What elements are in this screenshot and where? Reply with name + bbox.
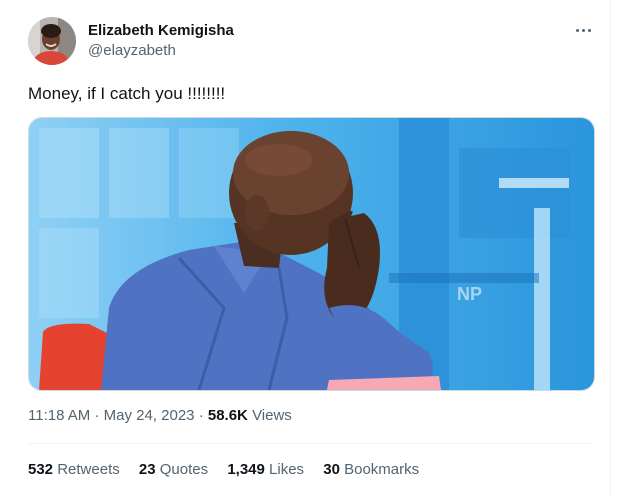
bookmarks-label: Bookmarks [344, 461, 420, 478]
views-label: Views [252, 407, 292, 424]
photo-image: NP [29, 118, 594, 390]
retweets-label: Retweets [57, 461, 120, 478]
divider [28, 443, 593, 444]
views-count: 58.6K [207, 407, 248, 424]
retweets-stat[interactable]: 532 Retweets [28, 461, 120, 478]
bookmarks-stat[interactable]: 30 Bookmarks [323, 461, 419, 478]
likes-label: Likes [269, 461, 305, 478]
tweet-card: Elizabeth Kemigisha @elayzabeth Money, i… [0, 0, 611, 495]
meta-separator: · [198, 407, 204, 424]
tweet-meta: 11:18 AM · May 24, 2023 · 58.6K Views [28, 407, 292, 424]
likes-count: 1,349 [227, 461, 265, 478]
tweet-text: Money, if I catch you !!!!!!!! [28, 84, 226, 103]
avatar-image [28, 17, 76, 65]
quotes-count: 23 [138, 461, 156, 478]
tweet-photo[interactable]: NP [28, 117, 595, 391]
quotes-stat[interactable]: 23 Quotes [139, 461, 208, 478]
author-name[interactable]: Elizabeth Kemigisha [88, 22, 234, 39]
photo-watermark: NP [457, 284, 482, 304]
retweets-count: 532 [28, 461, 54, 478]
bookmarks-count: 30 [323, 461, 340, 478]
quotes-label: Quotes [159, 461, 209, 478]
author-handle[interactable]: @elayzabeth [88, 42, 176, 59]
likes-stat[interactable]: 1,349 Likes [227, 461, 304, 478]
avatar[interactable] [28, 17, 76, 65]
tweet-stats: 532 Retweets 23 Quotes 1,349 Likes 30 Bo… [28, 461, 434, 478]
more-horizontal-icon[interactable] [570, 22, 598, 40]
tweet-time[interactable]: 11:18 AM [28, 407, 90, 424]
meta-separator: · [94, 407, 100, 424]
tweet-date[interactable]: May 24, 2023 [104, 407, 195, 424]
